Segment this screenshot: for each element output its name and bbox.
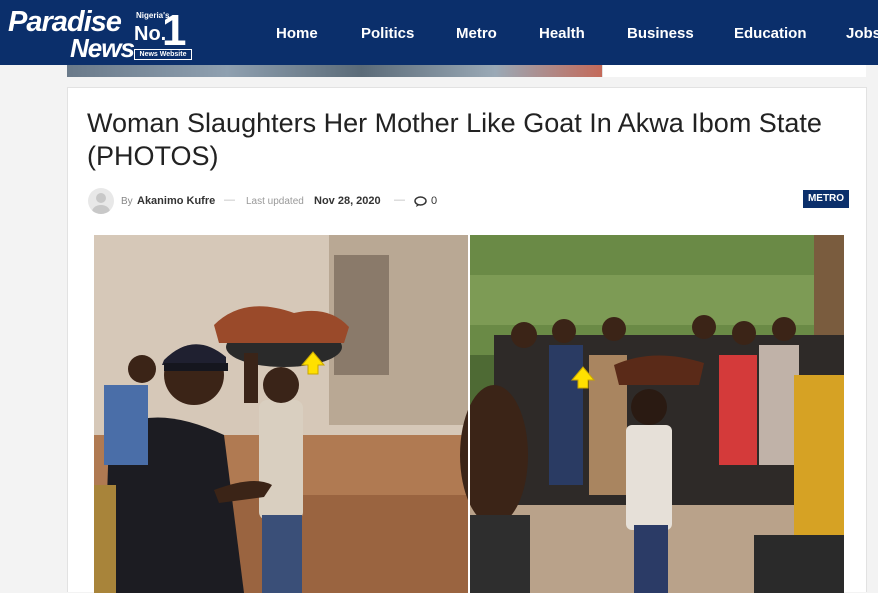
nav-item-politics[interactable]: Politics <box>361 25 414 42</box>
nav-item-business[interactable]: Business <box>627 25 694 42</box>
previous-banner-image[interactable] <box>67 65 602 77</box>
badge-caption: News Website <box>134 49 192 60</box>
by-label: By <box>121 196 133 207</box>
article-meta: By Akanimo Kufre — Last updated Nov 28, … <box>87 188 849 216</box>
article-title: Woman Slaughters Her Mother Like Goat In… <box>87 108 822 171</box>
author-avatar[interactable] <box>88 188 114 214</box>
meta-separator: — <box>224 194 235 206</box>
nav-item-health[interactable]: Health <box>539 25 585 42</box>
meta-separator: — <box>394 194 405 206</box>
logo-word-news: News <box>70 33 135 63</box>
nav-item-jobs[interactable]: Jobs <box>846 25 878 42</box>
comment-icon[interactable] <box>414 195 427 207</box>
category-badge[interactable]: METRO <box>803 190 849 208</box>
author-name[interactable]: Akanimo Kufre <box>137 195 215 207</box>
article-date: Nov 28, 2020 <box>314 195 381 207</box>
badge-one: 1 <box>162 6 187 55</box>
logo-badge: Nigeria's No. 1 News Website <box>134 6 192 60</box>
article-card: Woman Slaughters Her Mother Like Goat In… <box>67 87 867 593</box>
article-featured-image <box>94 235 844 593</box>
comment-count[interactable]: 0 <box>431 195 437 207</box>
last-updated-label: Last updated <box>246 196 304 207</box>
site-logo[interactable]: Paradise News Nigeria's No. 1 News Websi… <box>6 5 196 61</box>
nav-item-home[interactable]: Home <box>276 25 318 42</box>
nav-item-metro[interactable]: Metro <box>456 25 497 42</box>
site-header: Paradise News Nigeria's No. 1 News Websi… <box>0 0 878 65</box>
sidebar-top <box>602 65 866 77</box>
nav-item-education[interactable]: Education <box>734 25 807 42</box>
